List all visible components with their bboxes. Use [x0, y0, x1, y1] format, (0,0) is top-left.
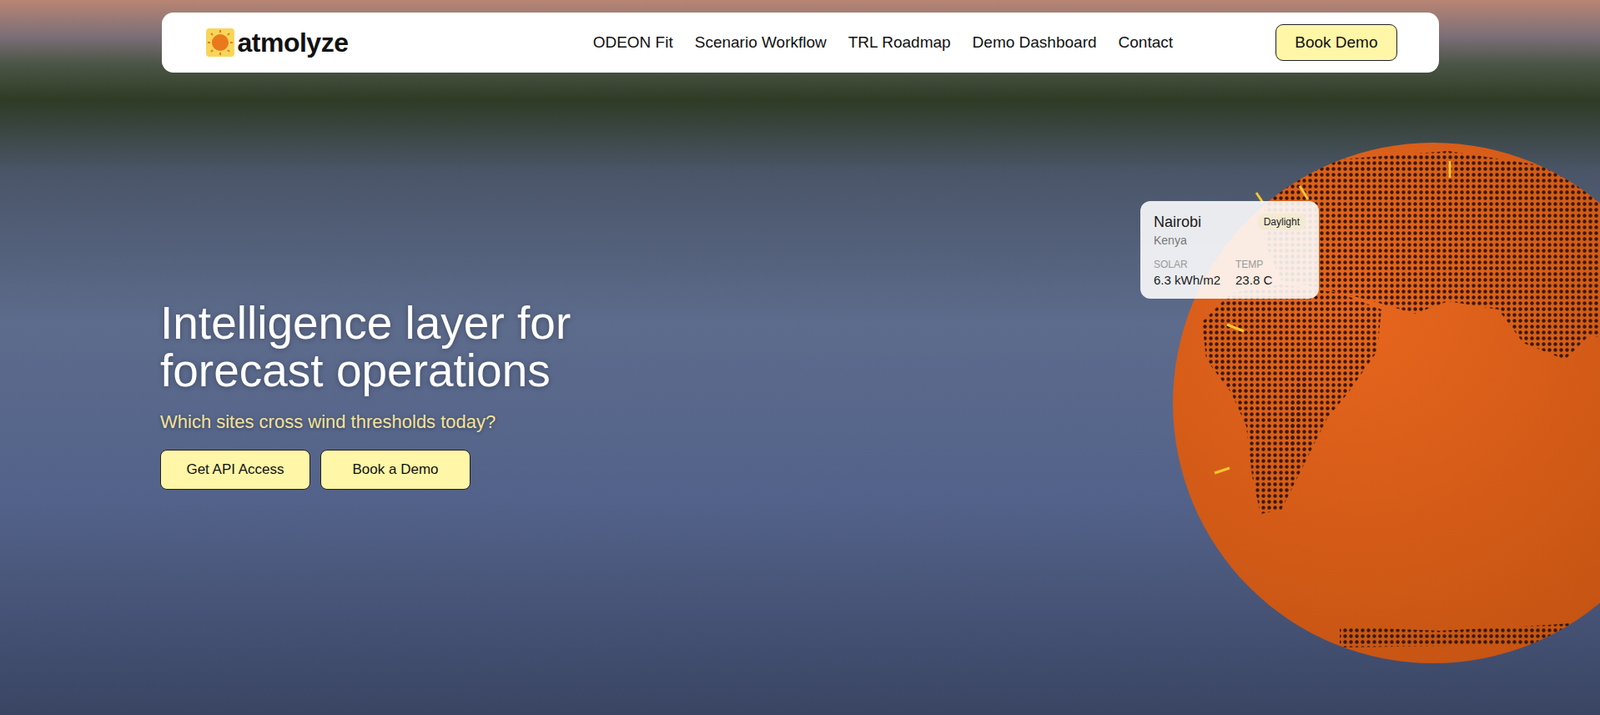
site-marker[interactable] — [1227, 324, 1244, 332]
stat: TEMP23.8 C — [1235, 258, 1273, 287]
card-header: NairobiKenya Daylight — [1153, 213, 1306, 247]
nav-link[interactable]: ODEON Fit — [593, 33, 674, 52]
nav-links: ODEON Fit Scenario Workflow TRL Roadmap Dem… — [593, 33, 1173, 52]
city-name: Nairobi — [1153, 213, 1202, 232]
site-marker[interactable] — [1214, 467, 1230, 473]
site-marker[interactable] — [1299, 186, 1309, 200]
navbar: atmolyze ODEON Fit Scenario Workflow TRL Ro… — [161, 12, 1439, 73]
hero-button[interactable]: Book a Demo — [320, 449, 471, 490]
hero-subtitle: Which sites cross wind thresholds today? — [160, 411, 1600, 433]
logo-text: atmolyze — [237, 27, 349, 59]
nav-link[interactable]: Scenario Workflow — [694, 33, 827, 52]
nav-link[interactable]: Demo Dashboard — [972, 33, 1097, 52]
hero-button[interactable]: Get API Access — [160, 449, 311, 490]
nav-link[interactable]: TRL Roadmap — [848, 33, 951, 52]
hero-title-line: Intelligence layer for — [160, 299, 1600, 348]
location-card[interactable]: NairobiKenya Daylight SOLAR6.3 kWh/m2 TEMP2… — [1140, 201, 1319, 299]
continents — [1202, 150, 1600, 648]
site-marker[interactable] — [1449, 161, 1452, 178]
hero-buttons: Get API AccessBook a Demo — [160, 449, 1600, 490]
card-place: NairobiKenya — [1153, 213, 1202, 247]
daylight-badge: Daylight — [1257, 213, 1306, 231]
card-stats: SOLAR6.3 kWh/m2 TEMP23.8 C — [1153, 258, 1306, 287]
logo[interactable]: atmolyze — [206, 27, 349, 59]
nav-link[interactable]: Contact — [1118, 33, 1173, 52]
hero-title-line: forecast operations — [160, 347, 1600, 395]
hero-section: atmolyze ODEON Fit Scenario Workflow TRL Ro… — [0, 0, 1600, 715]
country-name: Kenya — [1153, 233, 1202, 247]
stat-value: 23.8 C — [1235, 272, 1273, 287]
stat-label: TEMP — [1235, 258, 1273, 271]
sun-logo-icon — [206, 28, 235, 57]
hero-title: Intelligence layer forforecast operation… — [160, 299, 1600, 395]
hero-content: Intelligence layer forforecast operation… — [0, 72, 1600, 490]
stat-label: SOLAR — [1153, 258, 1221, 271]
book-demo-button[interactable]: Book Demo — [1275, 24, 1397, 61]
stat: SOLAR6.3 kWh/m2 — [1153, 258, 1221, 287]
stat-value: 6.3 kWh/m2 — [1153, 272, 1221, 287]
